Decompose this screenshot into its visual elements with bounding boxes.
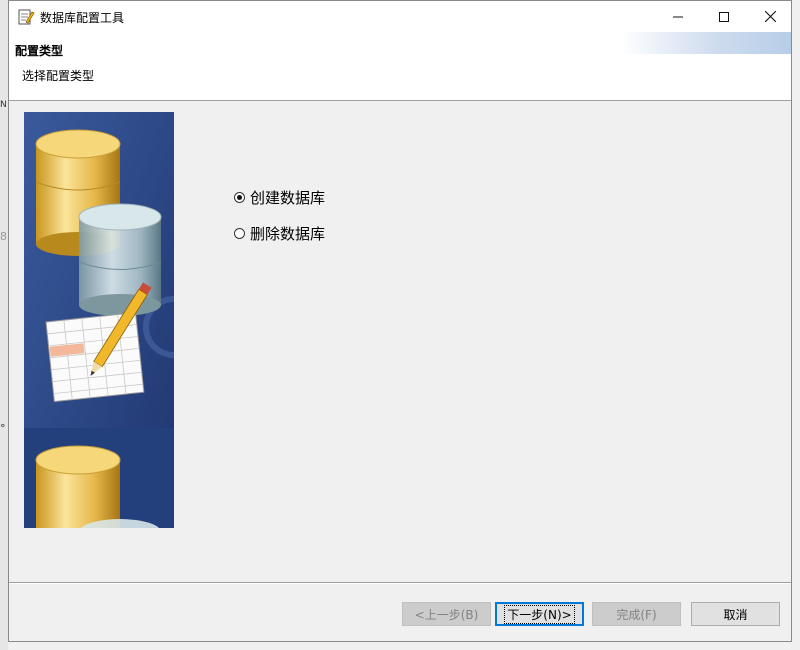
option-create-database[interactable]: 创建数据库 [234,187,325,207]
database-illustration [24,112,174,528]
radio-unselected-icon[interactable] [234,227,245,239]
config-type-options: 创建数据库 删除数据库 [234,187,325,259]
finish-button[interactable]: 完成(F) [592,602,681,626]
header-decoration [621,32,791,54]
close-button[interactable] [747,1,793,32]
background-glyph: N [0,100,7,110]
option-delete-database[interactable]: 删除数据库 [234,223,325,243]
page-title: 配置类型 [15,44,64,58]
next-button[interactable]: 下一步(N)> [495,602,584,626]
maximize-icon [719,11,729,22]
config-dialog: 数据库配置工具 配置类型 选择配置类型 创建数据库 删除数据库 <上一步(B) … [8,0,792,642]
cancel-button-label: 取消 [723,607,748,622]
background-glyph: ° [0,422,6,435]
cancel-button[interactable]: 取消 [691,602,780,626]
wizard-header: 配置类型 选择配置类型 [9,32,791,101]
finish-button-label: 完成(F) [616,607,657,622]
next-button-label: 下一步(N)> [504,604,575,624]
title-bar[interactable]: 数据库配置工具 [9,1,791,32]
database-config-icon [18,9,35,25]
option-label: 创建数据库 [250,188,326,207]
window-title: 数据库配置工具 [40,11,125,25]
page-subtitle: 选择配置类型 [22,69,95,83]
option-label: 删除数据库 [250,224,326,243]
previous-button[interactable]: <上一步(B) [402,602,491,626]
minimize-button[interactable] [655,1,701,32]
close-icon [764,11,776,22]
radio-selected-icon[interactable] [234,191,245,203]
footer-separator [9,582,791,584]
minimize-icon [673,16,683,17]
maximize-button[interactable] [701,1,747,32]
background-glyph: 8 [0,230,7,243]
background-app-edge: N 8 ° [0,0,8,650]
previous-button-label: <上一步(B) [414,607,479,622]
